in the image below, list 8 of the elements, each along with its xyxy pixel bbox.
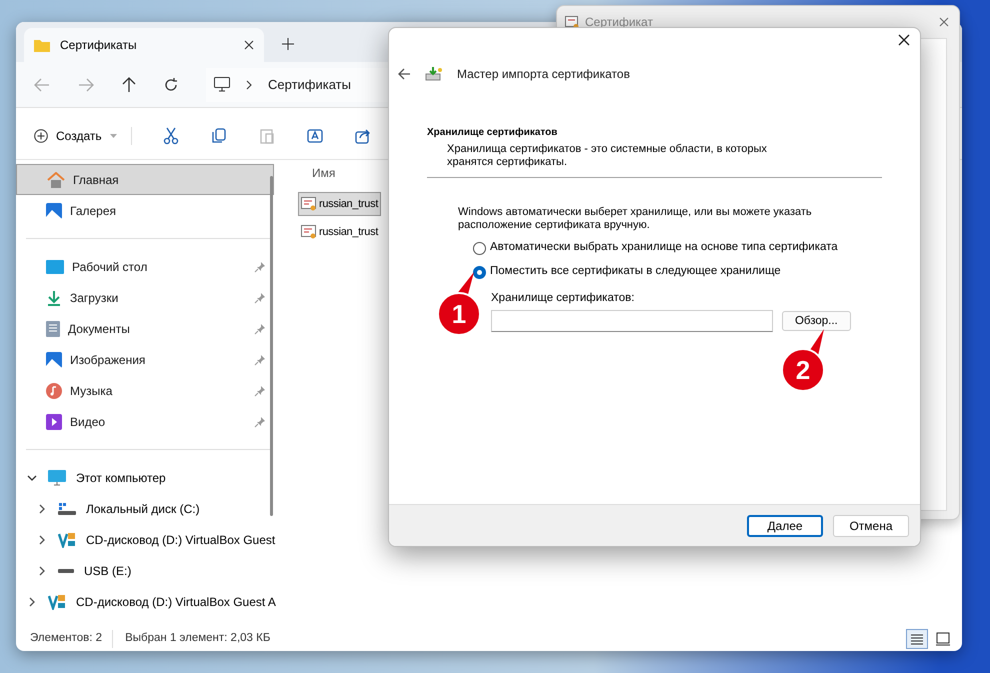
item-count: Элементов: 2: [30, 630, 114, 648]
field-label: Хранилище сертификатов:: [491, 291, 636, 306]
window-title: Сертификат: [585, 14, 654, 31]
selection-info: Выбран 1 элемент: 2,03 КБ: [124, 631, 272, 646]
section-description: Хранилища сертификатов - это системные области, в которых хранятся сертификаты.: [446, 143, 768, 169]
intro-text: Windows автоматически выберет хранилище, или вы можете указать расположение сертификата вручную.: [458, 206, 813, 232]
section-title: Хранилище сертификатов: [427, 126, 558, 140]
dialog-title: Мастер импорта сертификатов: [457, 66, 630, 83]
